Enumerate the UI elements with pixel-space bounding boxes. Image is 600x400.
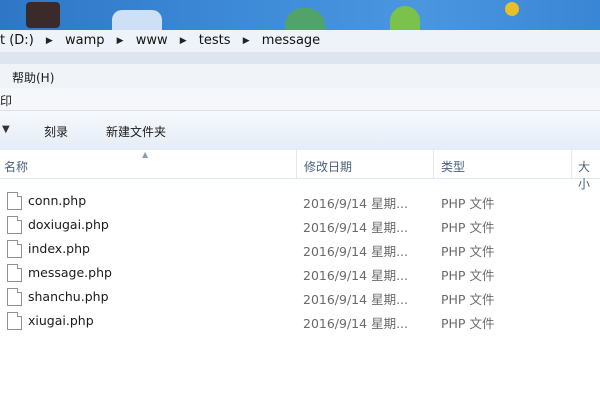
file-name: message.php: [28, 265, 112, 280]
menu-help[interactable]: 帮助(H): [12, 69, 54, 86]
file-date: 2016/9/14 星期...: [303, 220, 408, 235]
desktop-background: [0, 0, 600, 30]
column-header-size[interactable]: 大小: [578, 158, 600, 192]
breadcrumb-www[interactable]: www: [136, 33, 168, 48]
file-icon: [7, 288, 22, 306]
menu-strip: 印: [0, 88, 600, 110]
breadcrumb-tests[interactable]: tests: [199, 33, 231, 48]
desktop-app-icon: [390, 6, 420, 30]
breadcrumb-message[interactable]: message: [262, 33, 320, 48]
file-name: shanchu.php: [28, 289, 109, 304]
file-name: index.php: [28, 241, 90, 256]
column-header-row: ▲ 名称 修改日期 类型 大小: [0, 150, 600, 191]
file-name: doxiugai.php: [28, 217, 109, 232]
column-divider[interactable]: [296, 150, 297, 178]
file-type: PHP 文件: [441, 316, 495, 331]
file-name: conn.php: [28, 193, 87, 208]
file-row[interactable]: conn.php 2016/9/14 星期... PHP 文件: [0, 190, 600, 214]
file-row[interactable]: doxiugai.php 2016/9/14 星期... PHP 文件: [0, 214, 600, 238]
menu-bar: 帮助(H): [0, 64, 600, 89]
file-row[interactable]: message.php 2016/9/14 星期... PHP 文件: [0, 262, 600, 286]
breadcrumb-separator-icon[interactable]: ▶: [243, 36, 250, 46]
file-date: 2016/9/14 星期...: [303, 292, 408, 307]
dropdown-arrow-icon[interactable]: ▼: [2, 124, 10, 135]
menu-strip-label[interactable]: 印: [0, 92, 12, 109]
file-row[interactable]: shanchu.php 2016/9/14 星期... PHP 文件: [0, 286, 600, 310]
file-icon: [7, 192, 22, 210]
column-divider[interactable]: [433, 150, 434, 178]
file-type: PHP 文件: [441, 220, 495, 235]
breadcrumb-wamp[interactable]: wamp: [65, 33, 105, 48]
file-row[interactable]: index.php 2016/9/14 星期... PHP 文件: [0, 238, 600, 262]
column-divider[interactable]: [571, 150, 572, 178]
file-icon: [7, 216, 22, 234]
desktop-app-icon: [112, 10, 162, 30]
breadcrumb: t (D:) ▶ wamp ▶ www ▶ tests ▶ message: [0, 33, 320, 48]
column-header-name[interactable]: 名称: [4, 158, 28, 175]
new-folder-button[interactable]: 新建文件夹: [106, 123, 166, 140]
file-date: 2016/9/14 星期...: [303, 244, 408, 259]
address-bar[interactable]: t (D:) ▶ wamp ▶ www ▶ tests ▶ message: [0, 30, 600, 53]
desktop-app-icon: [505, 2, 519, 16]
file-type: PHP 文件: [441, 292, 495, 307]
breadcrumb-separator-icon[interactable]: ▶: [46, 36, 53, 46]
burn-button[interactable]: 刻录: [44, 123, 68, 140]
file-icon: [7, 240, 22, 258]
file-type: PHP 文件: [441, 196, 495, 211]
file-row[interactable]: xiugai.php 2016/9/14 星期... PHP 文件: [0, 310, 600, 334]
desktop-app-icon: [285, 8, 325, 30]
column-header-date[interactable]: 修改日期: [304, 158, 352, 175]
file-name: xiugai.php: [28, 313, 94, 328]
breadcrumb-drive[interactable]: t (D:): [0, 33, 34, 48]
sort-ascending-icon: ▲: [142, 150, 149, 159]
file-icon: [7, 264, 22, 282]
file-type: PHP 文件: [441, 268, 495, 283]
desktop-app-icon: [26, 2, 60, 28]
window-divider: [0, 52, 600, 64]
file-icon: [7, 312, 22, 330]
column-header-type[interactable]: 类型: [441, 158, 465, 175]
file-date: 2016/9/14 星期...: [303, 316, 408, 331]
toolbar: ▼ 刻录 新建文件夹: [0, 110, 600, 152]
file-type: PHP 文件: [441, 244, 495, 259]
file-date: 2016/9/14 星期...: [303, 196, 408, 211]
breadcrumb-separator-icon[interactable]: ▶: [117, 36, 124, 46]
breadcrumb-separator-icon[interactable]: ▶: [180, 36, 187, 46]
file-date: 2016/9/14 星期...: [303, 268, 408, 283]
